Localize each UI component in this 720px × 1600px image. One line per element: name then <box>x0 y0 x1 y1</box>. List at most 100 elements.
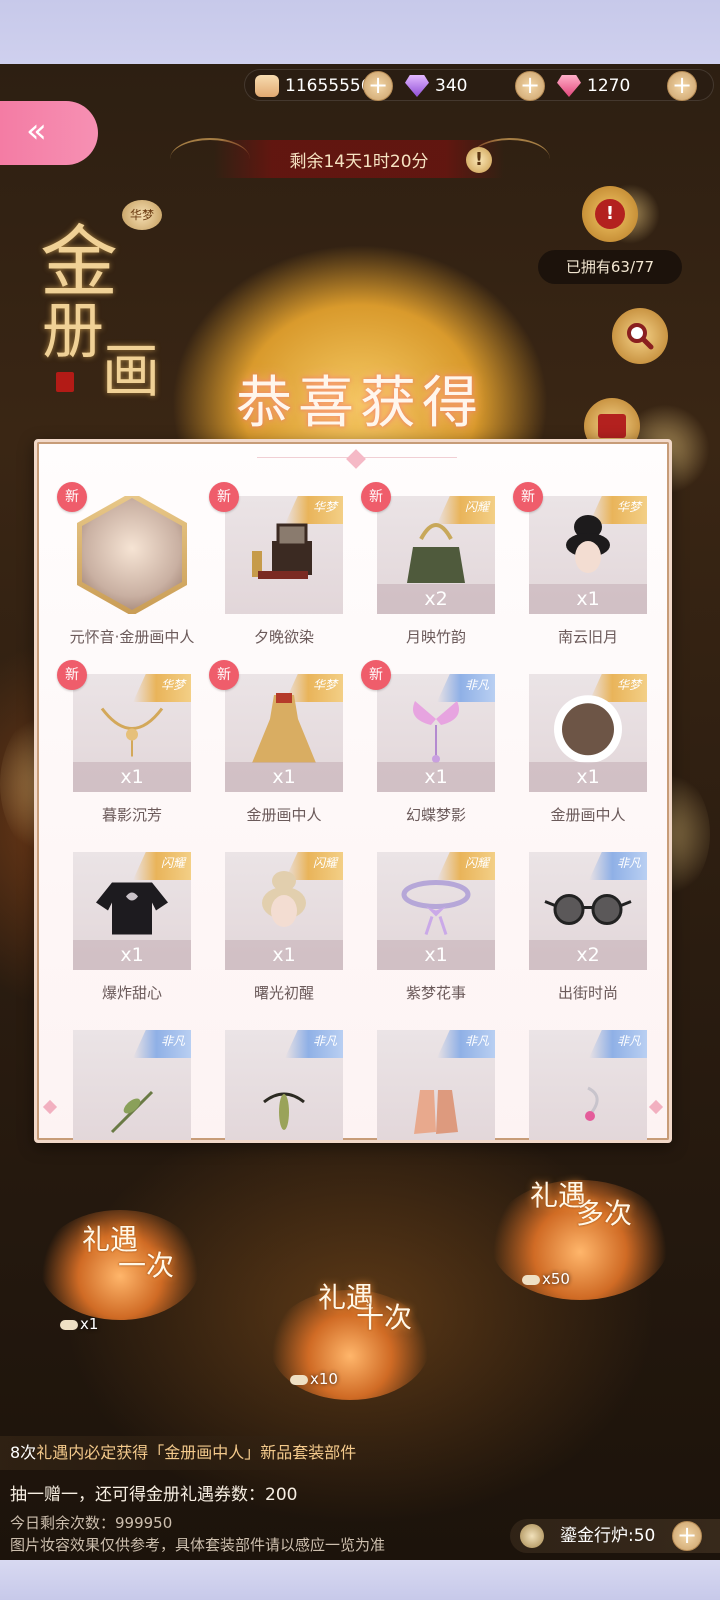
reward-tile: 非凡 x2 <box>529 852 647 970</box>
reward-qty: x2 <box>377 584 495 614</box>
sky-bottom <box>0 1560 720 1600</box>
new-badge: 新 <box>209 660 239 690</box>
reward-tile: 华梦 x1 <box>529 496 647 614</box>
reward-qty: x1 <box>377 940 495 970</box>
congrats-title: 恭喜获得 <box>236 371 484 436</box>
earring-icon <box>585 1086 599 1121</box>
reward-item[interactable]: 非凡 <box>37 976 191 1140</box>
reward-item[interactable]: 闪耀 x1 爆炸甜心 <box>37 798 191 1002</box>
new-badge: 新 <box>361 660 391 690</box>
seal-stamp <box>56 372 74 392</box>
reward-item[interactable]: 非凡 <box>189 976 343 1140</box>
reward-item[interactable]: 华梦 新 夕晚欲染 <box>189 442 343 646</box>
reward-tile: 非凡 x1 <box>377 674 495 792</box>
reward-qty: x1 <box>73 762 191 792</box>
reward-tile: 非凡 <box>225 1030 343 1140</box>
reward-tile: 华梦 x1 <box>529 674 647 792</box>
dress-icon <box>252 693 316 763</box>
reward-qty: x1 <box>225 940 343 970</box>
reward-qty: x1 <box>225 762 343 792</box>
reward-item[interactable]: 非凡 <box>341 976 495 1140</box>
reward-tile: 华梦 <box>225 496 343 614</box>
vanity-case-icon <box>252 523 312 579</box>
new-badge: 新 <box>57 482 87 512</box>
reward-item[interactable]: 闪耀 x2 新 月映竹韵 <box>341 442 495 646</box>
draw-ten-cost: x10 <box>290 1370 338 1388</box>
crystal-currency: 1270 <box>557 70 630 102</box>
sweater-icon <box>96 882 168 935</box>
add-furnace-button[interactable]: + <box>672 1521 702 1551</box>
butterfly-earring-icon <box>413 701 459 763</box>
guarantee-text: 礼遇内必定获得「金册画中人」新品套装部件 <box>36 1443 357 1462</box>
guarantee-count: 8次 <box>10 1443 37 1462</box>
diamond-icon <box>405 75 429 97</box>
bonus-text: 抽一赠一，还可得金册礼遇券数：200 <box>10 1485 298 1505</box>
pink-crystal-icon <box>557 75 581 97</box>
draw-ten-label-b: 十次 <box>356 1301 413 1334</box>
reward-qty: x1 <box>529 762 647 792</box>
reward-item[interactable]: 非凡 x2 出街时尚 <box>493 798 647 1002</box>
event-title: 金 册 画 <box>40 200 170 440</box>
disclaimer: 图片妆容效果仅供参考，具体套装部件请以感应一览为准 <box>10 1536 386 1554</box>
event-notice-button[interactable]: ! <box>582 186 638 242</box>
new-badge: 新 <box>57 660 87 690</box>
rarity-tag: 非凡 <box>589 852 647 880</box>
necklace-icon <box>100 707 164 757</box>
reward-tile: 闪耀 x2 <box>377 496 495 614</box>
key-icon <box>60 1319 78 1330</box>
add-gold-button[interactable]: + <box>363 71 393 101</box>
sale-bag-icon <box>598 414 626 438</box>
new-badge: 新 <box>209 482 239 512</box>
boots-icon <box>414 1089 458 1134</box>
info-icon[interactable]: ! <box>466 147 492 173</box>
choker-icon <box>401 880 471 935</box>
bamboo-hairpin-icon <box>263 1092 305 1130</box>
back-button[interactable]: « <box>0 101 98 165</box>
alert-icon: ! <box>595 199 625 229</box>
reward-panel: 新 元怀音·金册画中人 华梦 新 夕晚欲染 闪耀 x2 新 月映竹韵 华梦 x1… <box>34 439 672 1143</box>
key-icon <box>522 1274 540 1285</box>
diamond-currency: 340 <box>405 70 467 102</box>
owned-counter[interactable]: 已拥有63/77 <box>538 250 682 284</box>
new-badge: 新 <box>361 482 391 512</box>
add-crystal-button[interactable]: + <box>667 71 697 101</box>
reward-tile: 非凡 <box>73 1030 191 1140</box>
reward-item[interactable]: 新 元怀音·金册画中人 <box>37 442 194 646</box>
reward-item[interactable]: 闪耀 x1 曙光初醒 <box>189 798 343 1002</box>
reward-item[interactable]: 华梦 x1 新 暮影沉芳 <box>37 620 191 824</box>
rarity-tag: 非凡 <box>589 1030 647 1058</box>
reward-tile: 闪耀 x1 <box>73 852 191 970</box>
title-char-2: 册 <box>42 294 105 367</box>
preview-button[interactable] <box>612 308 668 364</box>
reward-tile: 非凡 <box>377 1030 495 1140</box>
remaining-count: 今日剩余次数：999950 <box>10 1514 173 1532</box>
reward-item[interactable]: 非凡 <box>493 976 647 1140</box>
cat-coin-icon <box>255 75 279 97</box>
add-diamond-button[interactable]: + <box>515 71 545 101</box>
reward-qty: x1 <box>377 762 495 792</box>
event-timer: 剩余14天1时20分 <box>214 140 504 178</box>
reward-tile <box>73 496 191 614</box>
incense-burner-icon <box>520 1524 544 1548</box>
draw-multi-label-b: 多次 <box>576 1197 633 1230</box>
reward-item[interactable]: 闪耀 x1 紫梦花事 <box>341 798 495 1002</box>
title-char-3: 画 <box>102 337 161 405</box>
huameng-tag: 华梦 <box>122 200 162 230</box>
reward-item[interactable]: 华梦 x1 新 金册画中人 <box>189 620 343 824</box>
diamond-amount: 340 <box>435 76 468 96</box>
reward-tile: 闪耀 x1 <box>225 852 343 970</box>
portrait-frame-icon <box>554 695 622 764</box>
draw-multi-cost: x50 <box>522 1270 570 1288</box>
reward-tile: 华梦 x1 <box>225 674 343 792</box>
reward-item[interactable]: 非凡 x1 新 幻蝶梦影 <box>341 620 495 824</box>
magnifier-icon <box>627 323 654 350</box>
reward-qty: x1 <box>73 940 191 970</box>
guarantee-banner: 8次礼遇内必定获得「金册画中人」新品套装部件 <box>0 1436 440 1470</box>
rarity-tag: 非凡 <box>285 1030 343 1058</box>
rarity-tag: 非凡 <box>437 1030 495 1058</box>
reward-item[interactable]: 华梦 x1 金册画中人 <box>493 620 647 824</box>
reward-tile: 华梦 x1 <box>73 674 191 792</box>
reward-tile: 非凡 <box>529 1030 647 1140</box>
reward-item[interactable]: 华梦 x1 新 南云旧月 <box>493 442 647 646</box>
reward-qty: x1 <box>529 584 647 614</box>
